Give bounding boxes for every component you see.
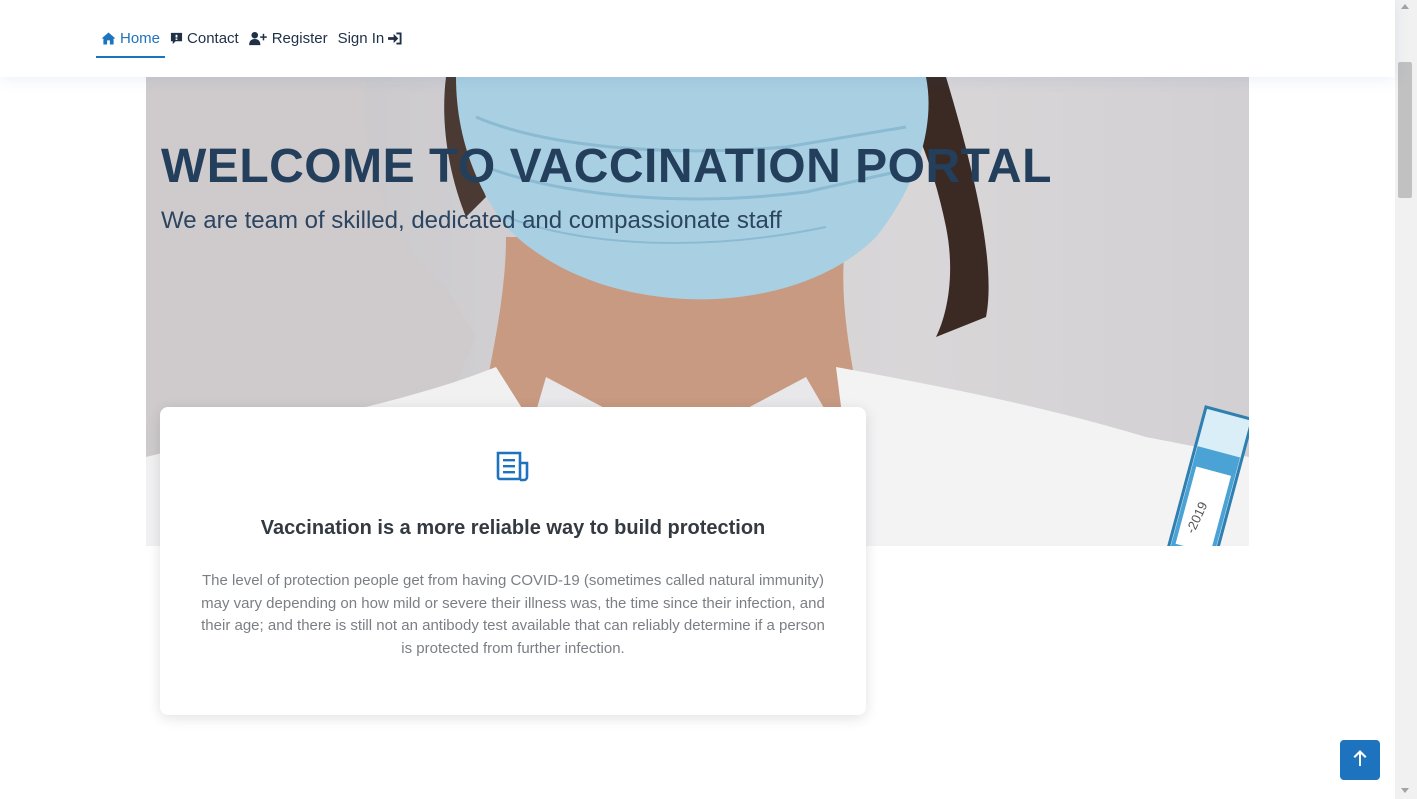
message-icon — [170, 32, 183, 45]
navbar: Home Contact Register Sign In — [0, 0, 1395, 77]
nav-signin-label: Sign In — [337, 30, 385, 47]
scroll-down-arrow-icon[interactable] — [1401, 788, 1409, 793]
nav-register-label: Register — [271, 30, 328, 47]
hero-subtitle: We are team of skilled, dedicated and co… — [161, 207, 782, 234]
nav-contact-label: Contact — [187, 30, 239, 47]
arrow-up-icon — [1352, 749, 1368, 772]
document-icon — [496, 451, 530, 488]
sign-in-icon — [388, 32, 403, 45]
page-scrollbar[interactable] — [1395, 0, 1417, 799]
hero-title: WELCOME TO VACCINATION PORTAL — [161, 140, 1052, 193]
scroll-up-arrow-icon[interactable] — [1401, 4, 1409, 9]
nav-home-link[interactable]: Home — [96, 21, 166, 58]
nav-menu: Home Contact Register Sign In — [96, 0, 408, 77]
nav-register-link[interactable]: Register — [244, 21, 333, 57]
card-title: Vaccination is a more reliable way to bu… — [260, 517, 766, 539]
back-to-top-button[interactable] — [1340, 740, 1380, 780]
card-text: The level of protection people get from … — [201, 572, 825, 657]
nav-signin-link[interactable]: Sign In — [333, 21, 409, 57]
nav-home-label: Home — [120, 30, 161, 47]
scroll-thumb[interactable] — [1398, 62, 1412, 198]
nav-contact-link[interactable]: Contact — [165, 21, 244, 57]
user-plus-icon — [248, 31, 268, 46]
info-card: Vaccination is a more reliable way to bu… — [160, 407, 866, 715]
home-icon — [101, 32, 116, 45]
